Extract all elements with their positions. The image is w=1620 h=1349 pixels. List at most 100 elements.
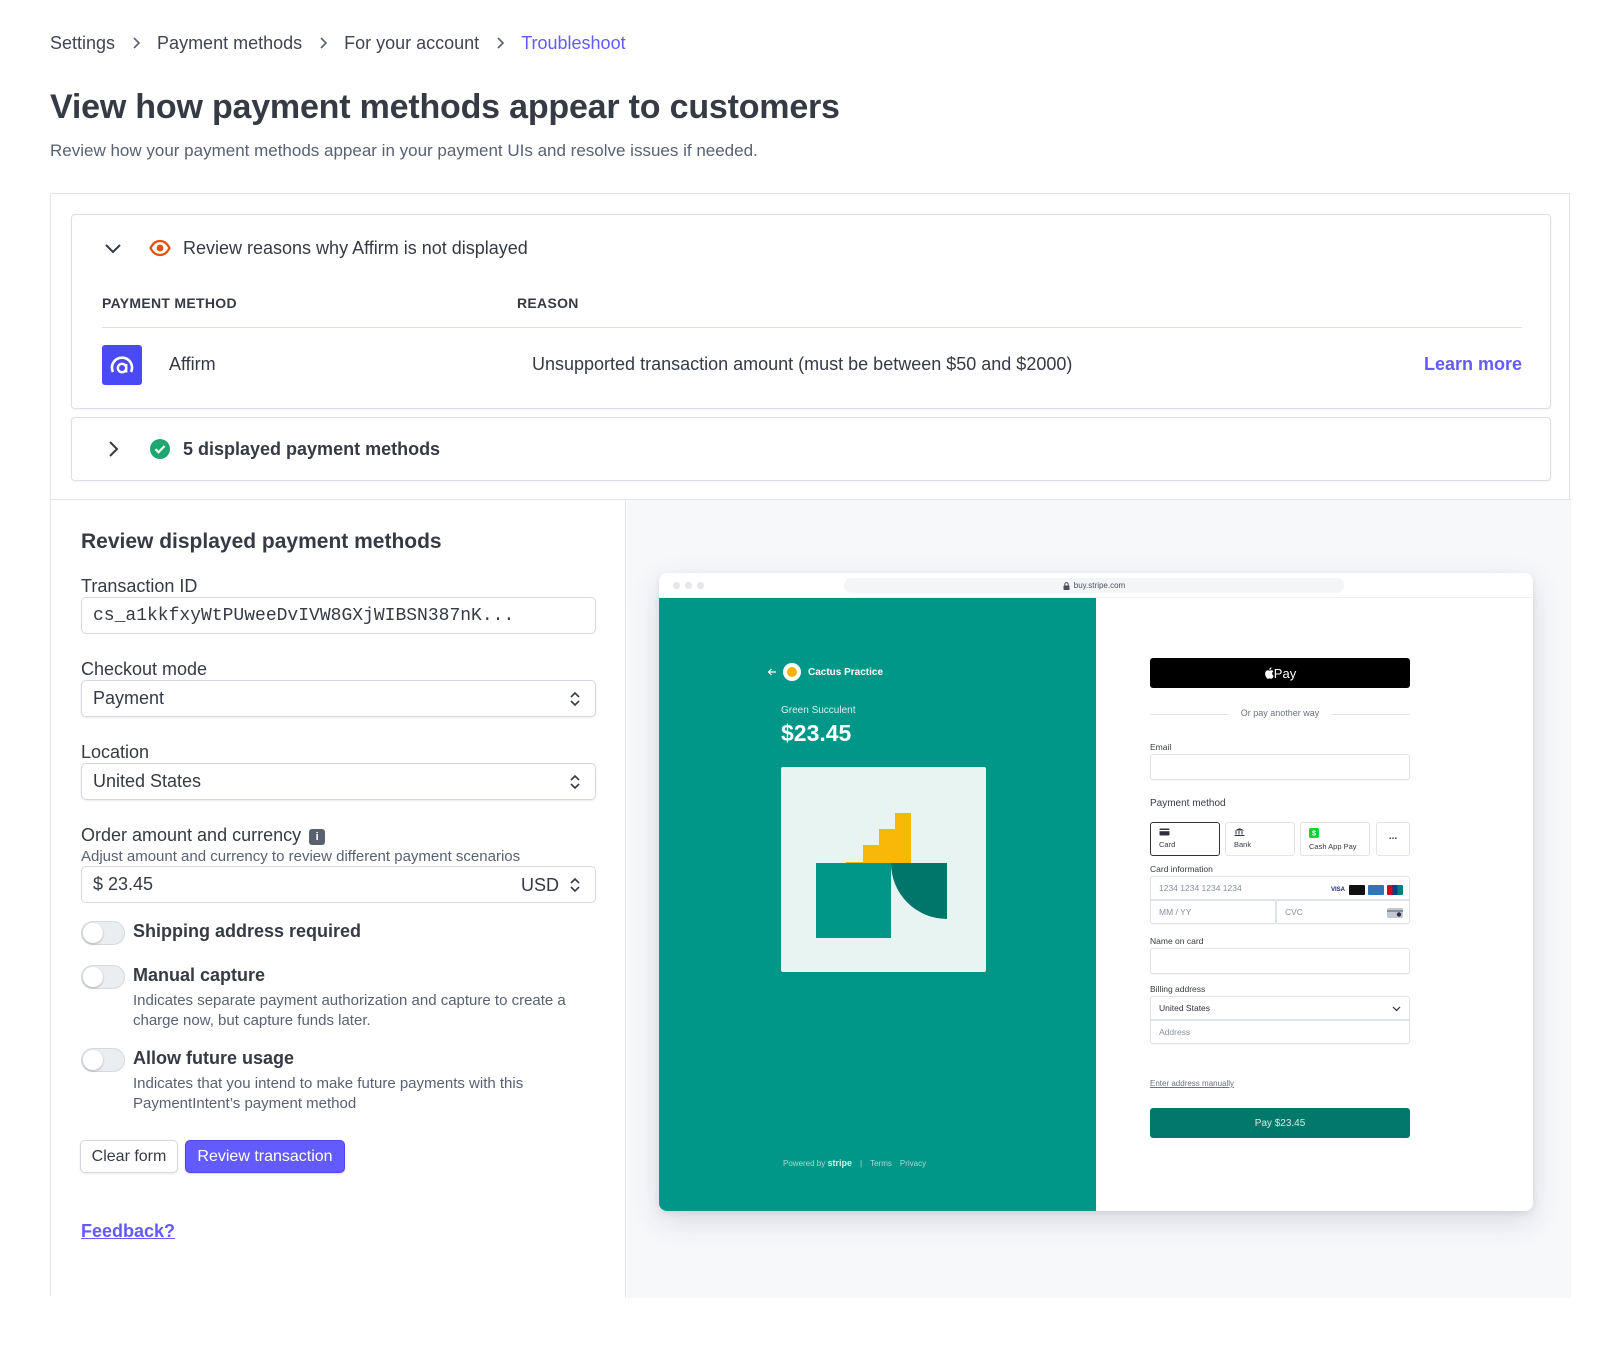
displayed-methods-header[interactable]: 5 displayed payment methods [102, 438, 440, 460]
apple-pay-label: Pay [1273, 665, 1297, 681]
chevron-up-down-icon [570, 877, 580, 893]
arrow-left-icon[interactable] [767, 667, 777, 677]
merchant-name: Cactus Practice [808, 666, 884, 678]
expiry-field[interactable]: MM / YY [1150, 900, 1276, 924]
breadcrumb-payment-methods[interactable]: Payment methods [157, 33, 302, 54]
terms-link[interactable]: Terms [870, 1159, 892, 1168]
breadcrumb: Settings Payment methods For your accoun… [50, 31, 626, 55]
url-bar: buy.stripe.com [844, 578, 1344, 593]
shipping-address-label: Shipping address required [133, 921, 362, 941]
or-divider: Or pay another way [1150, 708, 1410, 720]
unionpay-icon [1387, 885, 1403, 895]
amount-label: Order amount and currency i [81, 825, 326, 846]
enter-address-manually-link[interactable]: Enter address manually [1150, 1079, 1234, 1088]
cvc-field[interactable]: CVC [1276, 900, 1410, 924]
payment-form-preview: Pay Or pay another way Email Payment met… [1096, 598, 1533, 1211]
tab-card-label: Card [1159, 840, 1176, 849]
eye-icon [149, 239, 171, 257]
card-number-placeholder: 1234 1234 1234 1234 [1159, 883, 1242, 893]
breadcrumb-for-your-account[interactable]: For your account [344, 33, 479, 54]
bank-icon [1234, 828, 1245, 836]
powered-by-text: Powered by [783, 1159, 826, 1168]
checkout-preview: buy.stripe.com Cactus Practice Green Suc… [627, 500, 1571, 1298]
chevron-down-icon[interactable] [102, 237, 124, 259]
cvc-placeholder: CVC [1285, 907, 1303, 917]
pay-button[interactable]: Pay $23.45 [1150, 1108, 1410, 1138]
clear-form-button[interactable]: Clear form [80, 1140, 178, 1173]
shipping-address-toggle-row: Shipping address required [81, 921, 601, 951]
address-field[interactable]: Address [1150, 1020, 1410, 1044]
window-dots [673, 582, 704, 589]
amex-icon [1368, 885, 1384, 895]
mastercard-icon [1349, 885, 1365, 895]
transaction-id-input[interactable] [81, 597, 596, 634]
checkout-mode-value: Payment [93, 688, 165, 708]
feedback-link[interactable]: Feedback? [81, 1221, 175, 1242]
form-title: Review displayed payment methods [81, 530, 442, 553]
displayed-methods-section[interactable]: 5 displayed payment methods [71, 417, 1551, 481]
breadcrumb-troubleshoot[interactable]: Troubleshoot [521, 33, 625, 54]
manual-capture-toggle[interactable] [81, 965, 125, 989]
payment-method-name: Affirm [169, 354, 216, 374]
not-displayed-header[interactable]: Review reasons why Affirm is not display… [102, 237, 528, 259]
affirm-logo-icon [102, 345, 142, 385]
product-name: Green Succulent [781, 705, 856, 716]
checkout-mode-label: Checkout mode [81, 659, 208, 679]
troubleshoot-panel: Review reasons why Affirm is not display… [50, 193, 1571, 1298]
learn-more-link[interactable]: Learn more [1424, 354, 1522, 375]
tab-bank[interactable]: Bank [1225, 822, 1295, 856]
tab-bank-label: Bank [1234, 840, 1252, 849]
url-text: buy.stripe.com [1073, 581, 1126, 590]
manual-capture-description: Indicates separate payment authorization… [133, 992, 566, 1029]
future-usage-label: Allow future usage [133, 1048, 295, 1068]
powered-by-stripe: Powered by stripe | Terms Privacy [783, 1158, 926, 1168]
apple-pay-button[interactable]: Pay [1150, 658, 1410, 688]
review-transaction-button[interactable]: Review transaction [185, 1140, 345, 1173]
payment-method-reason: Unsupported transaction amount (must be … [532, 354, 1073, 374]
cash-app-icon: $ [1309, 828, 1319, 838]
tab-cash-app-label: Cash App Pay [1309, 842, 1357, 851]
stripe-logo: stripe [827, 1158, 852, 1168]
currency-select[interactable]: USD [521, 875, 559, 896]
name-on-card-field[interactable] [1150, 948, 1410, 974]
amount-help-text: Adjust amount and currency to review dif… [81, 848, 521, 865]
amount-label-text: Order amount and currency [81, 825, 302, 845]
chevron-up-down-icon [570, 691, 580, 707]
future-usage-toggle[interactable] [81, 1048, 125, 1072]
country-value: United States [1159, 1003, 1211, 1013]
chevron-right-icon [115, 36, 157, 50]
checkout-mode-select[interactable]: Payment [81, 680, 596, 717]
location-value: United States [93, 771, 202, 791]
page-title: View how payment methods appear to custo… [50, 88, 840, 126]
tab-cash-app-pay[interactable]: $ Cash App Pay [1300, 822, 1370, 856]
amount-value[interactable]: $ 23.45 [93, 874, 153, 895]
card-icon [1159, 828, 1170, 836]
amount-input[interactable]: $ 23.45 USD [81, 866, 596, 903]
footer-divider: | [860, 1158, 863, 1168]
email-field[interactable] [1150, 754, 1410, 780]
manual-capture-toggle-row: Manual capture Indicates separate paymen… [81, 965, 601, 1035]
card-brand-logos: VISA [1330, 885, 1403, 895]
not-displayed-section: Review reasons why Affirm is not display… [71, 214, 1551, 409]
privacy-link[interactable]: Privacy [900, 1159, 926, 1168]
breadcrumb-settings[interactable]: Settings [50, 33, 115, 54]
shipping-address-toggle[interactable] [81, 921, 125, 945]
card-number-field[interactable]: 1234 1234 1234 1234 VISA [1150, 876, 1410, 900]
merchant-row[interactable]: Cactus Practice [767, 663, 883, 681]
future-usage-toggle-row: Allow future usage Indicates that you in… [81, 1048, 601, 1118]
not-displayed-title: Review reasons why Affirm is not display… [183, 237, 528, 258]
chevron-right-icon [302, 36, 344, 50]
country-select[interactable]: United States [1150, 996, 1410, 1020]
table-header: PAYMENT METHOD REASON [102, 295, 1522, 328]
product-summary: Cactus Practice Green Succulent $23.45 P… [659, 598, 1096, 1211]
column-payment-method: PAYMENT METHOD [102, 295, 237, 311]
info-icon[interactable]: i [309, 829, 326, 845]
review-form: Review displayed payment methods Transac… [51, 500, 626, 1298]
browser-mockup: buy.stripe.com Cactus Practice Green Suc… [659, 573, 1533, 1211]
column-reason: REASON [517, 295, 579, 311]
tab-more[interactable]: ... [1376, 822, 1410, 856]
chevron-right-icon[interactable] [102, 438, 124, 460]
location-select[interactable]: United States [81, 763, 596, 800]
displayed-methods-title: 5 displayed payment methods [183, 438, 441, 459]
tab-card[interactable]: Card [1150, 822, 1220, 856]
